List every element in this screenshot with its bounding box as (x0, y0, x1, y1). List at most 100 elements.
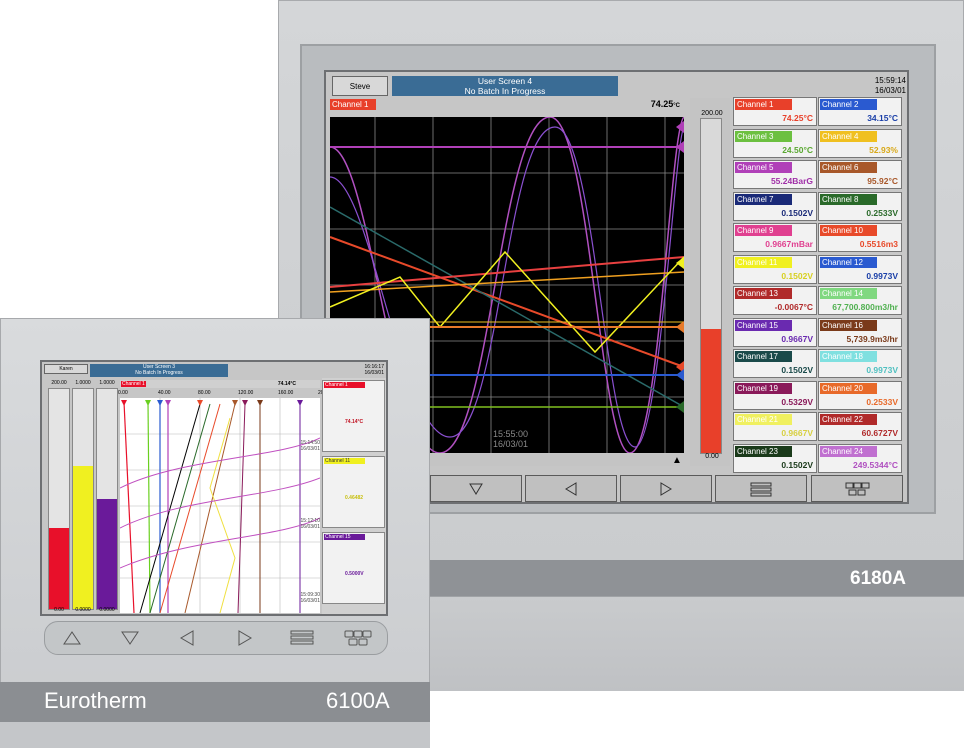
grid-view-button[interactable] (811, 475, 903, 502)
menu-icon (290, 630, 314, 645)
channel-cell[interactable]: Channel 3 24.50°C (733, 128, 817, 158)
channel-cell-label: Channel 8 (820, 193, 877, 205)
channel-cell-label: Channel 19 (735, 382, 792, 394)
channel-cell-label: Channel 11 (735, 256, 792, 268)
channel-cell-value: 0.1502V (781, 459, 813, 470)
channel-cell[interactable]: Channel 4 52.93% (818, 128, 902, 158)
right-icon (238, 630, 252, 646)
small-menu-button[interactable] (282, 625, 322, 651)
bargraph-max: 200.00 (701, 110, 723, 117)
bargraph-min: 0.00 (705, 453, 719, 460)
small-bargraph-max: 1.0000 (75, 380, 91, 386)
small-bargraph-min: 0.00 (54, 607, 64, 613)
trend-timestamp-time: 15:55:00 (493, 429, 528, 439)
small-timestamp-date: 16/03/01 (300, 446, 320, 452)
channel-cell[interactable]: Channel 10 0.5516m3 (818, 223, 902, 252)
channel-cell-label: Channel 3 (735, 130, 792, 142)
nav-down-button[interactable] (430, 475, 522, 502)
channel-cell-value: 0.1502V (781, 365, 813, 375)
channel-cell[interactable]: Channel 12 0.9973V (818, 254, 902, 284)
channel-cell-value: 52.93% (869, 144, 898, 155)
small-bargraph (48, 388, 70, 610)
channel-cell-value: 0.5516m3 (859, 239, 898, 249)
channel-cell-label: Channel 6 (820, 162, 877, 173)
channel-cell-label: Channel 21 (735, 414, 792, 425)
channel-cell[interactable]: Channel 15 0.9667V (733, 317, 817, 347)
small-channel-cell[interactable]: Channel 1 74.14°C (322, 380, 385, 452)
channel-cell-value: 0.1502V (781, 207, 813, 218)
small-bargraph-min: 0.0000 (75, 607, 91, 613)
channel-cell[interactable]: Channel 23 0.1502V (733, 443, 817, 473)
small-channel-cell[interactable]: Channel 11 0.46482 (322, 456, 385, 528)
right-page-icon (660, 481, 672, 496)
small-channel-cell[interactable]: Channel 15 0.5000V (322, 532, 385, 604)
channel-cell[interactable]: Channel 1 74.25°C (733, 97, 817, 126)
small-user-button[interactable]: Karen (44, 364, 88, 374)
small-trend-chart[interactable] (120, 398, 320, 613)
screen-title-bar[interactable]: User Screen 4 No Batch In Progress (392, 76, 618, 96)
channel-cell[interactable]: Channel 2 34.15°C (818, 97, 902, 126)
channel-cell-label: Channel 5 (735, 162, 792, 173)
trend-unit: °C (673, 103, 680, 109)
small-grid-button[interactable] (338, 625, 378, 651)
channel-cell-value: 0.2533V (866, 207, 898, 218)
trend-timestamp-date: 16/03/01 (493, 439, 528, 449)
channel-cell-label: Channel 22 (820, 414, 877, 425)
channel-cell-value: 55.24BarG (770, 176, 813, 186)
left-page-icon (565, 481, 577, 496)
user-button[interactable]: Steve (332, 76, 388, 96)
channel-cell-label: Channel 4 (820, 130, 877, 142)
channel-cell-value: 0.9667V (781, 428, 813, 438)
channel-cell[interactable]: Channel 20 0.2533V (818, 380, 902, 410)
small-channel-value: 74.14°C (345, 419, 364, 425)
channel-cell[interactable]: Channel 22 60.6727V (818, 412, 902, 441)
channel-cell-value: 0.5329V (781, 396, 813, 407)
channel-cell-label: Channel 13 (735, 288, 792, 299)
small-left-button[interactable] (168, 625, 208, 651)
down-page-icon (469, 483, 483, 495)
trend-channel-label: Channel 1 (330, 99, 376, 110)
menu-button[interactable] (715, 475, 807, 502)
channel-cell[interactable]: Channel 11 0.1502V (733, 254, 817, 284)
nav-right-button[interactable] (620, 475, 712, 502)
small-chart-tick: 0.00 (118, 390, 128, 396)
channel-cell-value: 249.5344°C (853, 459, 898, 470)
channel-cell-value: 74.25°C (782, 113, 813, 123)
channel-cell-value: 0.1502V (781, 270, 813, 281)
channel-cell[interactable]: Channel 13 -0.0067°C (733, 286, 817, 315)
small-chart-value: 74.14°C (277, 381, 296, 387)
clock-date: 16/03/01 (874, 86, 906, 95)
small-chart-tick: 160.00 (278, 390, 294, 396)
small-chart-tick: 40.00 (158, 390, 171, 396)
screen-title: User Screen 4 (477, 76, 533, 86)
channel-cell-label: Channel 17 (735, 351, 792, 362)
clock-time: 15:59:14 (874, 76, 906, 85)
channel-cell[interactable]: Channel 21 0.9667V (733, 412, 817, 441)
small-channel-label: Channel 11 (324, 458, 365, 464)
small-up-button[interactable] (52, 625, 92, 651)
nav-left-button[interactable] (525, 475, 617, 502)
channel-cell[interactable]: Channel 6 95.92°C (818, 160, 902, 189)
recorder-6100a-base (0, 722, 430, 748)
channel-cell[interactable]: Channel 8 0.2533V (818, 191, 902, 221)
up-icon (63, 631, 81, 645)
small-bargraph (96, 388, 118, 610)
small-bargraph (72, 388, 94, 610)
channel-cell[interactable]: Channel 18 0.9973V (818, 349, 902, 378)
channel-cell[interactable]: Channel 17 0.1502V (733, 349, 817, 378)
small-title-bar[interactable]: User Screen 3 No Batch In Progress (90, 364, 228, 377)
channel-cell[interactable]: Channel 16 5,739.9m3/hr (818, 317, 902, 347)
clock: 15:59:14 16/03/01 (856, 76, 906, 96)
channel-cell[interactable]: Channel 14 67,700.800m3/hr (818, 286, 902, 315)
left-icon (180, 630, 194, 646)
channel-cell[interactable]: Channel 5 55.24BarG (733, 160, 817, 189)
small-down-button[interactable] (110, 625, 150, 651)
channel-cell[interactable]: Channel 9 0.9667mBar (733, 223, 817, 252)
channel-cell[interactable]: Channel 19 0.5329V (733, 380, 817, 410)
small-right-button[interactable] (224, 625, 264, 651)
channel-cell-label: Channel 23 (735, 445, 792, 457)
bargraph-track (700, 118, 722, 454)
channel-cell[interactable]: Channel 7 0.1502V (733, 191, 817, 221)
channel-cell[interactable]: Channel 24 249.5344°C (818, 443, 902, 473)
scroll-up-icon[interactable]: ▲ (672, 455, 682, 466)
